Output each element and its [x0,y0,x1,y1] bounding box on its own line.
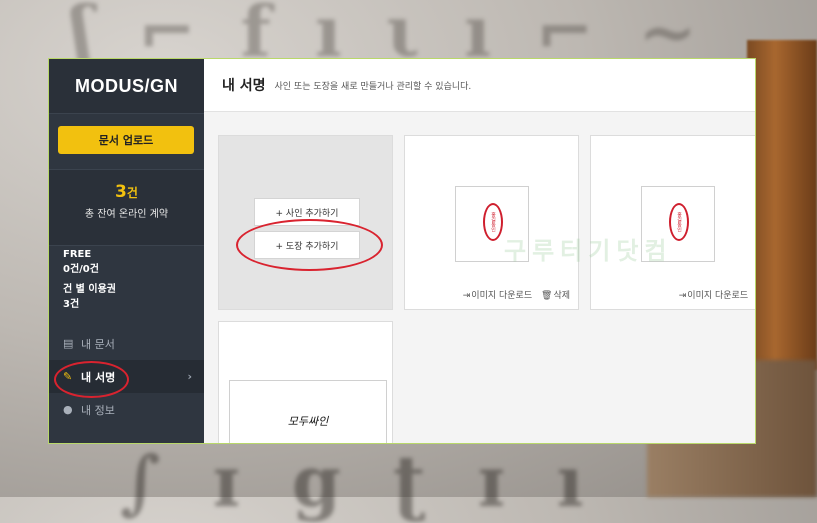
sidebar-item-label: 내 문서 [81,337,115,351]
user-icon: ● [63,403,73,416]
page-title: 내 서명 [222,78,266,94]
plan-free-name: FREE [63,249,92,260]
delete-button[interactable]: 🗑삭제 [541,291,570,301]
remaining-contracts-panel: 3건 총 잔여 온라인 계약 [49,169,204,246]
download-image-button[interactable]: ⇥이미지 다운로드 [463,291,532,301]
download-image-button[interactable]: ⇥이미지 다운로드 [679,291,748,301]
page-header: 내 서명 사인 또는 도장을 새로 만들거나 관리할 수 있습니다. [204,59,755,112]
plan-per-case-value: 3건 [63,299,80,310]
plan-free-value: 0건/0건 [63,264,99,275]
document-icon: ▤ [63,337,74,350]
card-actions: ⇥이미지 다운로드 🗑삭제 [673,288,755,301]
page-subtitle: 사인 또는 도장을 새로 만들거나 관리할 수 있습니다. [274,81,472,92]
plan-info: FREE 0건/0건 건 별 이용권 3건 [63,247,116,312]
signature-image: 모두싸인 [287,415,329,428]
app-logo[interactable]: MODUS/GN [49,59,204,114]
stamp-card[interactable]: 홍길동인 ⇥이미지 다운로드 🗑삭제 [590,135,755,310]
watermark: 구루터기닷컴 [504,237,673,265]
card-actions: ⇥이미지 다운로드 🗑삭제 [457,288,570,301]
remaining-count: 3건 [115,182,138,202]
annotation-circle-my-signatures [54,361,129,398]
upload-document-button[interactable]: 문서 업로드 [58,126,194,154]
signature-preview: 모두싸인 [229,380,387,443]
stamp-card[interactable]: 홍길동인 ⇥이미지 다운로드 🗑삭제 [404,135,579,310]
sidebar-item-my-documents[interactable]: ▤ 내 문서 [49,327,204,360]
chevron-right-icon: › [187,370,192,383]
plan-per-case-name: 건 별 이용권 [63,284,116,295]
stamp-image: 홍길동인 [483,203,503,241]
background-text-bottom: ∫ ɪ g ʈ ɪ ı [120,440,598,523]
sidebar-item-label: 내 정보 [81,403,115,417]
sidebar-item-my-info[interactable]: ● 내 정보 [49,393,204,426]
background-wood-stamp [747,40,817,370]
signature-card[interactable]: 모두싸인 [218,321,393,443]
app-window: MODUS/GN 문서 업로드 3건 총 잔여 온라인 계약 FREE 0건/0… [48,58,756,444]
remaining-label: 총 잔여 온라인 계약 [84,209,169,220]
annotation-circle-add-stamp [236,219,383,271]
